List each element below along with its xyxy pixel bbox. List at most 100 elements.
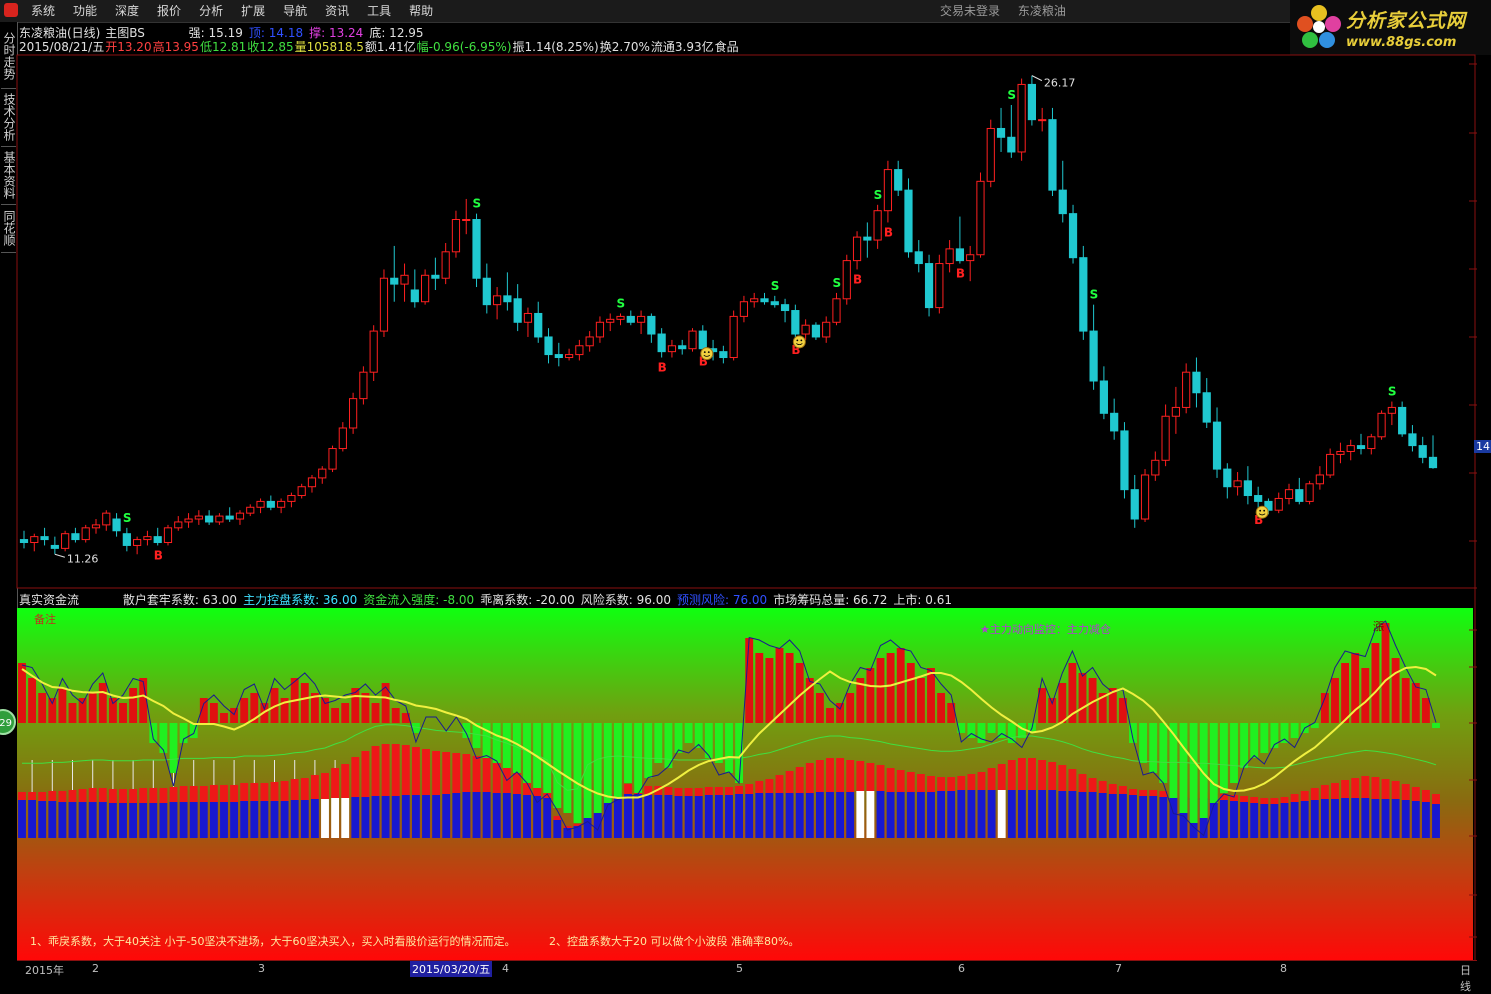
flow-bar-top [1007,760,1016,790]
flow-bar-top [108,789,117,803]
candle-body [451,219,461,253]
date-tick-8: 日线 [1460,964,1471,993]
candle-body [1048,119,1057,191]
candle-body [441,251,450,279]
control-bar-pos [1401,678,1410,723]
flow-bar-base [785,793,794,838]
flow-bar-base [775,793,784,838]
flow-bar-base [230,802,239,838]
flow-bar-top [1088,778,1097,792]
flow-bar-top [624,784,632,794]
candle-body [184,518,193,523]
flow-bar-base [68,802,77,838]
sub-indicator-5: 预测风险: 76.00 [676,593,768,607]
control-bar-neg [502,723,511,768]
low-price-label: 11.26 [67,552,99,565]
flow-bar-base [1432,804,1440,838]
candle-body [112,518,121,532]
flow-bar-base [300,800,309,838]
control-bar-neg [563,723,572,813]
control-bar-pos [38,693,47,723]
candle-body [40,536,49,541]
candle-body [61,533,70,549]
flow-bar-base [482,792,491,838]
candle-body [1377,412,1386,438]
flow-bar-top [563,826,572,828]
smiley-eye [707,351,710,354]
high-price-label: 26.17 [1044,77,1076,90]
flow-bar-top [735,786,744,794]
candle-body [1223,468,1232,488]
candle-body [1233,480,1242,488]
flow-bar-base [927,792,935,838]
flow-bar-base [58,802,67,838]
flow-bar-top [452,753,461,793]
flow-bar-base [957,790,966,838]
candle-body [1140,474,1150,520]
flow-bar-top [1118,786,1127,794]
candle-body [811,324,821,338]
sub-indicator-7: 上市: 0.61 [893,593,952,607]
flow-bar-top [1250,797,1259,803]
flow-bar-base [1391,799,1400,838]
signal-b: B [658,361,667,375]
candle-body [914,251,923,265]
quote-field-8: 振1.14(8.25%) [512,40,599,54]
date-tick-5: 6 [958,962,965,975]
control-bar-neg [1260,723,1269,753]
candle-body [462,219,471,222]
candle-body [1089,330,1098,382]
flow-bar-base [1038,790,1047,838]
flow-bar-top [1260,798,1269,804]
smiley-icon [700,347,714,361]
candle-body [1171,406,1180,417]
flow-bar-top [886,768,895,792]
flow-bar-base [684,796,693,838]
control-bar-neg [613,723,622,798]
flow-bar-base [1290,802,1299,838]
flow-bar-base [1088,792,1097,838]
flow-bar-base [1129,795,1137,838]
candle-body [863,236,872,241]
flow-bar-base [220,802,228,838]
flow-bar-base [98,802,107,838]
flow-bar-top [48,791,57,801]
candle-body [246,506,255,514]
candle-body [328,448,337,470]
flow-bar-top [422,749,430,795]
control-bar-pos [119,703,127,723]
signal-s: S [771,279,780,293]
candle-body [1182,371,1191,408]
control-bar-neg [1209,723,1218,803]
flow-bar-base [18,800,26,838]
control-bar-neg [1139,723,1148,763]
flow-bar-top [815,760,824,792]
flow-bar-top [300,778,309,800]
flow-bar-base [331,798,340,838]
candle-body [1346,445,1355,452]
flow-bar-top [674,788,683,796]
candle-body [688,330,697,350]
candle-body [1212,421,1222,470]
control-bar-neg [674,723,683,753]
flow-bar-top [1028,758,1036,790]
candle-body [1161,415,1170,461]
flow-bar-top [997,764,1006,790]
quote-field-9: 换2.70% [599,40,650,54]
flow-bar-base [452,793,461,838]
flow-bar-base [856,791,865,838]
flow-bar-base [199,802,208,838]
flow-bar-top [280,781,289,801]
flow-bar-base [472,792,481,838]
flow-bar-base [169,802,178,838]
candle-body [205,515,214,523]
flow-bar-base [361,797,370,838]
flow-bar-top [755,781,764,793]
control-bar-pos [58,688,67,723]
candle-body [318,468,327,479]
chart-canvas[interactable]: SBSSB BSBS BSBBSSBS26.1711.26漲 [0,0,1491,975]
candle-body [750,298,759,303]
candle-body [482,277,491,306]
flow-bar-base [1007,790,1016,838]
flow-bar-top [704,787,713,795]
